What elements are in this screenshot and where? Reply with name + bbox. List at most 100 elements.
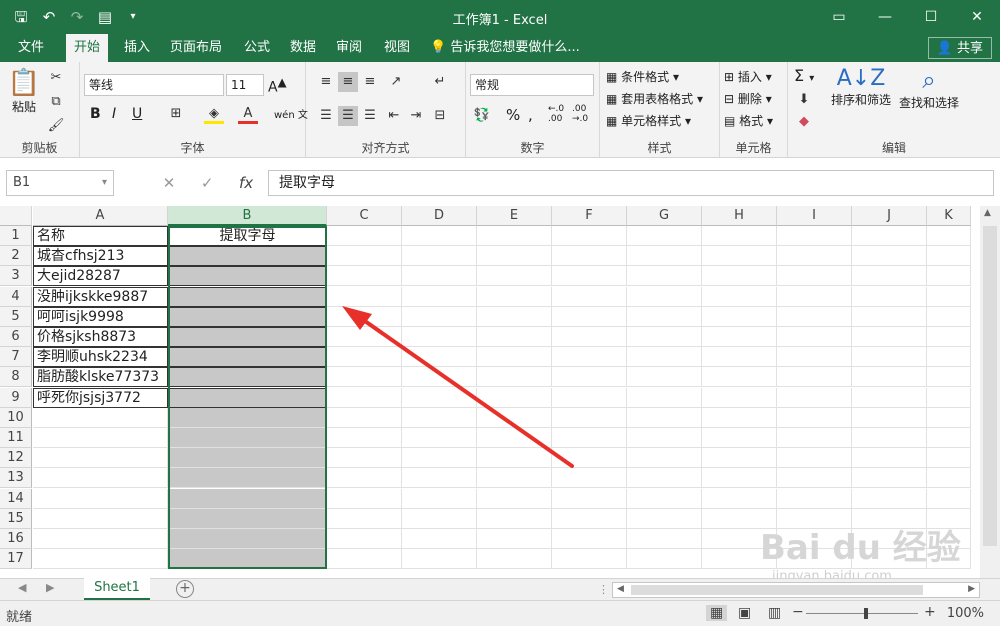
cell-j11[interactable] xyxy=(852,428,927,448)
column-header-k[interactable]: K xyxy=(927,206,971,226)
align-left-icon[interactable]: ☰ xyxy=(316,106,336,126)
cell-f1[interactable] xyxy=(552,226,627,246)
tab-view[interactable]: 视图 xyxy=(376,34,418,62)
horizontal-scroll-thumb[interactable] xyxy=(631,585,923,595)
cell-d13[interactable] xyxy=(402,468,477,489)
cell-styles-button[interactable]: ▦ 单元格样式 ▾ xyxy=(606,112,691,129)
cell-e12[interactable] xyxy=(477,448,552,469)
format-painter-icon[interactable]: 🖌 xyxy=(46,116,66,136)
cell-c3[interactable] xyxy=(327,266,402,287)
cell-g6[interactable] xyxy=(627,327,702,347)
column-header-c[interactable]: C xyxy=(327,206,402,226)
cell-j3[interactable] xyxy=(852,266,927,287)
cell-h9[interactable] xyxy=(702,387,777,408)
name-box[interactable]: B1 ▾ xyxy=(6,170,114,196)
cell-g17[interactable] xyxy=(627,549,702,570)
cell-h5[interactable] xyxy=(702,306,777,327)
cell-h4[interactable] xyxy=(702,286,777,307)
maximize-icon[interactable]: ☐ xyxy=(908,0,954,34)
top-align-icon[interactable]: ≡ xyxy=(316,72,336,92)
find-select-button[interactable]: ⌕ 查找和选择 xyxy=(894,66,964,111)
cell-g8[interactable] xyxy=(627,367,702,388)
zoom-in-icon[interactable]: + xyxy=(924,604,936,620)
cell-f15[interactable] xyxy=(552,508,627,529)
column-header-h[interactable]: H xyxy=(702,206,777,226)
cell-a1[interactable]: 名称 xyxy=(33,226,168,246)
zoom-slider[interactable] xyxy=(806,608,918,619)
tab-home[interactable]: 开始 xyxy=(66,34,109,62)
cell-b12[interactable] xyxy=(168,448,327,469)
cell-j14[interactable] xyxy=(852,488,927,509)
cell-c10[interactable] xyxy=(327,407,402,428)
format-cells-button[interactable]: ▤ 格式 ▾ xyxy=(724,112,773,129)
horizontal-scrollbar[interactable]: ◀ ▶ xyxy=(612,582,980,598)
cell-a13[interactable] xyxy=(33,468,168,489)
cell-h10[interactable] xyxy=(702,407,777,428)
scroll-up-icon[interactable]: ▲ xyxy=(984,208,991,218)
cell-j7[interactable] xyxy=(852,347,927,368)
cell-b14[interactable] xyxy=(168,488,327,509)
cell-e1[interactable] xyxy=(477,226,552,246)
underline-button[interactable]: U xyxy=(132,106,142,122)
cell-b5[interactable] xyxy=(168,306,327,327)
font-name-select[interactable]: 等线 xyxy=(84,74,224,96)
minimize-icon[interactable]: — xyxy=(862,0,908,34)
cell-a14[interactable] xyxy=(33,488,168,509)
increase-decimal-icon[interactable]: ←.0.00 xyxy=(548,104,564,124)
copy-icon[interactable]: ⧉ xyxy=(46,92,66,112)
clear-icon[interactable]: ◆ xyxy=(794,112,814,132)
tab-review[interactable]: 审阅 xyxy=(328,34,370,62)
cell-k9[interactable] xyxy=(927,387,971,408)
conditional-formatting-button[interactable]: ▦ 条件格式 ▾ xyxy=(606,68,679,85)
cell-c14[interactable] xyxy=(327,488,402,509)
cell-b4[interactable] xyxy=(168,286,327,307)
cell-c5[interactable] xyxy=(327,306,402,327)
cell-i2[interactable] xyxy=(777,246,852,267)
cell-a6[interactable]: 价格sjksh8873 xyxy=(33,327,168,347)
row-header-8[interactable]: 8 xyxy=(0,367,32,388)
cell-f9[interactable] xyxy=(552,387,627,408)
cell-c16[interactable] xyxy=(327,529,402,549)
cell-g13[interactable] xyxy=(627,468,702,489)
select-all-corner[interactable] xyxy=(0,206,32,226)
cell-b10[interactable] xyxy=(168,407,327,428)
cell-i12[interactable] xyxy=(777,448,852,469)
cell-d16[interactable] xyxy=(402,529,477,549)
bold-button[interactable]: B xyxy=(90,106,101,122)
row-header-1[interactable]: 1 xyxy=(0,226,32,246)
cell-a2[interactable]: 城杳cfhsj213 xyxy=(33,246,168,267)
row-header-11[interactable]: 11 xyxy=(0,428,32,448)
cell-b1[interactable]: 提取字母 xyxy=(168,226,327,246)
italic-button[interactable]: I xyxy=(112,106,116,122)
font-size-select[interactable]: 11 xyxy=(226,74,264,96)
cell-d1[interactable] xyxy=(402,226,477,246)
cell-d4[interactable] xyxy=(402,286,477,307)
cell-b3[interactable] xyxy=(168,266,327,287)
borders-icon[interactable]: ⊞ xyxy=(166,104,186,124)
formula-input[interactable]: 提取字母 xyxy=(268,170,994,196)
cell-a15[interactable] xyxy=(33,508,168,529)
cell-g7[interactable] xyxy=(627,347,702,368)
cell-i1[interactable] xyxy=(777,226,852,246)
autosum-button[interactable]: Σ ▾ xyxy=(794,66,814,85)
zoom-level[interactable]: 100% xyxy=(947,606,984,621)
cell-c8[interactable] xyxy=(327,367,402,388)
cell-i3[interactable] xyxy=(777,266,852,287)
page-layout-view-icon[interactable]: ▣ xyxy=(738,605,751,621)
cell-k10[interactable] xyxy=(927,407,971,428)
cell-g9[interactable] xyxy=(627,387,702,408)
cell-e6[interactable] xyxy=(477,327,552,347)
cell-b13[interactable] xyxy=(168,468,327,489)
cell-a9[interactable]: 呼死你jsjsj3772 xyxy=(33,387,168,408)
cell-i11[interactable] xyxy=(777,428,852,448)
cell-a8[interactable]: 脂肪酸klske77373 xyxy=(33,367,168,388)
cell-f14[interactable] xyxy=(552,488,627,509)
row-header-12[interactable]: 12 xyxy=(0,448,32,469)
cell-j6[interactable] xyxy=(852,327,927,347)
column-header-i[interactable]: I xyxy=(777,206,852,226)
page-break-view-icon[interactable]: ▥ xyxy=(768,605,781,621)
cell-a7[interactable]: 李明顺uhsk2234 xyxy=(33,347,168,368)
cell-b6[interactable] xyxy=(168,327,327,347)
share-button[interactable]: 👤 共享 xyxy=(927,37,992,59)
normal-view-icon[interactable]: ▦ xyxy=(706,605,728,621)
